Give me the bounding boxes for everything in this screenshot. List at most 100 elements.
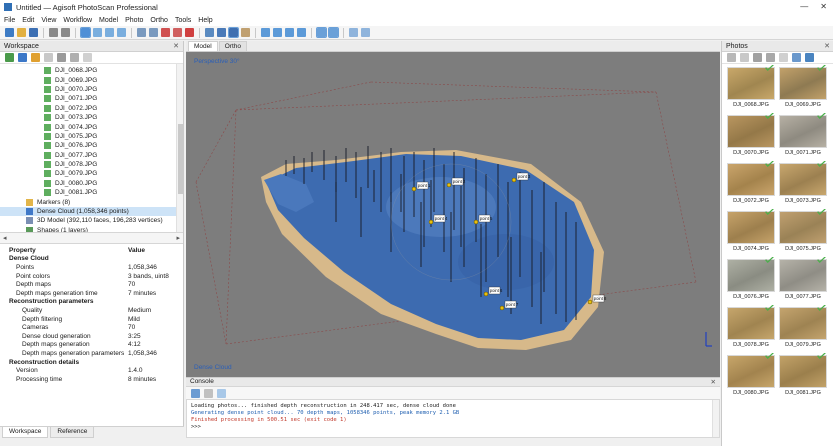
model-viewport[interactable]: point 1 point 2 point 3 point 4 point 5 point… <box>186 52 720 377</box>
tree-item[interactable]: DJI_0069.JPG <box>0 75 183 84</box>
tree-item[interactable]: DJI_0079.JPG <box>0 169 183 178</box>
circle-select-icon[interactable] <box>105 28 114 37</box>
delete-selection-icon[interactable] <box>185 28 194 37</box>
point-cloud-icon[interactable] <box>205 28 214 37</box>
photo-thumbnail[interactable]: DJI_0071.JPG <box>779 113 827 157</box>
shaded-model-icon[interactable] <box>228 27 239 38</box>
photo-thumbnail[interactable]: DJI_0079.JPG <box>779 305 827 349</box>
workspace-scrollbar[interactable] <box>176 64 183 232</box>
menu-item-workflow[interactable]: Workflow <box>63 17 92 24</box>
panel-splitter[interactable]: ◂ ▸ <box>0 232 183 244</box>
photo-thumbnail[interactable]: DJI_0072.JPG <box>727 161 775 205</box>
show-cameras-icon[interactable] <box>261 28 270 37</box>
tree-item[interactable]: 3D Model (392,110 faces, 196,283 vertice… <box>0 216 183 225</box>
rotate-object-icon[interactable] <box>149 28 158 37</box>
property-row[interactable]: Reconstruction details <box>0 358 183 367</box>
menu-item-tools[interactable]: Tools <box>175 17 191 24</box>
console-scrollbar[interactable] <box>712 400 719 437</box>
reset-filter-icon[interactable] <box>727 53 736 62</box>
photo-thumbnail[interactable]: DJI_0074.JPG <box>727 209 775 253</box>
tree-item[interactable]: DJI_0072.JPG <box>0 104 183 113</box>
tab-ortho[interactable]: Ortho <box>218 41 247 51</box>
navigation-icon[interactable] <box>80 27 91 38</box>
ortho-view-icon[interactable] <box>328 27 339 38</box>
show-region-icon[interactable] <box>297 28 306 37</box>
menu-item-photo[interactable]: Photo <box>125 17 143 24</box>
rotate-left-icon[interactable] <box>753 53 762 62</box>
photos-close-icon[interactable]: ✕ <box>824 42 830 50</box>
property-row[interactable]: Processing time 8 minutes <box>0 375 183 384</box>
property-row[interactable]: Reconstruction parameters <box>0 298 183 307</box>
property-row[interactable]: Version 1.4.0 <box>0 366 183 375</box>
view-mode-icon[interactable] <box>792 53 801 62</box>
photo-thumbnail[interactable]: DJI_0081.JPG <box>779 353 827 397</box>
tree-item[interactable]: DJI_0068.JPG <box>0 66 183 75</box>
photo-thumbnail[interactable]: DJI_0080.JPG <box>727 353 775 397</box>
photo-thumbnail[interactable]: DJI_0075.JPG <box>779 209 827 253</box>
enable-icon[interactable] <box>57 53 66 62</box>
add-marker-icon[interactable] <box>31 53 40 62</box>
open-project-icon[interactable] <box>17 28 26 37</box>
property-row[interactable]: Points 1,058,346 <box>0 263 183 272</box>
textured-model-icon[interactable] <box>241 28 250 37</box>
clear-log-icon[interactable] <box>204 388 213 398</box>
menu-item-view[interactable]: View <box>41 17 56 24</box>
crop-icon[interactable] <box>173 28 182 37</box>
photo-thumbnail[interactable]: DJI_0073.JPG <box>779 161 827 205</box>
photo-thumbnail[interactable]: DJI_0070.JPG <box>727 113 775 157</box>
menu-item-help[interactable]: Help <box>198 17 212 24</box>
property-row[interactable]: Dense cloud generation 3:25 <box>0 332 183 341</box>
zoom-icon[interactable] <box>83 53 92 62</box>
tree-item[interactable]: DJI_0073.JPG <box>0 113 183 122</box>
resize-region-icon[interactable] <box>161 28 170 37</box>
menu-item-file[interactable]: File <box>4 17 15 24</box>
photo-thumbnail[interactable]: DJI_0077.JPG <box>779 257 827 301</box>
tree-item[interactable]: Markers (8) <box>0 197 183 206</box>
menu-item-model[interactable]: Model <box>99 17 118 24</box>
undo-icon[interactable] <box>49 28 58 37</box>
tree-item[interactable]: DJI_0077.JPG <box>0 151 183 160</box>
property-row[interactable]: Depth maps generation 4:12 <box>0 341 183 350</box>
reset-view-icon[interactable] <box>316 27 327 38</box>
property-row[interactable]: Depth maps 70 <box>0 280 183 289</box>
tree-item[interactable]: DJI_0071.JPG <box>0 94 183 103</box>
disable-icon[interactable] <box>70 53 79 62</box>
tree-item[interactable]: DJI_0075.JPG <box>0 132 183 141</box>
tree-item[interactable]: DJI_0076.JPG <box>0 141 183 150</box>
run-script-icon[interactable] <box>217 388 226 398</box>
property-row[interactable]: Cameras 70 <box>0 323 183 332</box>
photo-thumbnail[interactable]: DJI_0076.JPG <box>727 257 775 301</box>
tab-reference[interactable]: Reference <box>50 427 95 438</box>
add-photos-icon[interactable] <box>18 53 27 62</box>
property-row[interactable]: Point colors 3 bands, uint8 <box>0 272 183 281</box>
menu-item-ortho[interactable]: Ortho <box>150 17 168 24</box>
remove-photo-icon[interactable] <box>740 53 749 62</box>
tree-item[interactable]: DJI_0078.JPG <box>0 160 183 169</box>
photo-thumbnail[interactable]: DJI_0069.JPG <box>779 65 827 109</box>
console-output[interactable]: Loading photos... finished depth reconst… <box>186 399 720 438</box>
save-project-icon[interactable] <box>29 28 38 37</box>
property-row[interactable]: Quality Medium <box>0 306 183 315</box>
tree-item[interactable]: DJI_0074.JPG <box>0 122 183 131</box>
rect-select-icon[interactable] <box>93 28 102 37</box>
property-row[interactable]: Dense Cloud <box>0 255 183 264</box>
model-render[interactable]: point 1 point 2 point 3 point 4 point 5 point… <box>186 52 720 377</box>
redo-icon[interactable] <box>61 28 70 37</box>
tab-model[interactable]: Model <box>188 41 218 51</box>
menu-item-edit[interactable]: Edit <box>22 17 34 24</box>
move-object-icon[interactable] <box>137 28 146 37</box>
tree-item[interactable]: Dense Cloud (1,058,346 points) <box>0 206 183 217</box>
zoom-in-icon[interactable] <box>349 28 358 37</box>
photo-thumbnail[interactable]: DJI_0068.JPG <box>727 65 775 109</box>
tab-workspace[interactable]: Workspace <box>2 427 49 438</box>
zoom-out-icon[interactable] <box>361 28 370 37</box>
show-shapes-icon[interactable] <box>285 28 294 37</box>
remove-icon[interactable] <box>44 53 53 62</box>
new-project-icon[interactable] <box>5 28 14 37</box>
enable-photo-icon[interactable] <box>779 53 788 62</box>
save-log-icon[interactable] <box>191 388 200 398</box>
tree-item[interactable]: DJI_0081.JPG <box>0 188 183 197</box>
close-button[interactable]: ✕ <box>820 2 827 11</box>
dense-cloud-icon[interactable] <box>217 28 226 37</box>
property-row[interactable]: Depth filtering Mild <box>0 315 183 324</box>
